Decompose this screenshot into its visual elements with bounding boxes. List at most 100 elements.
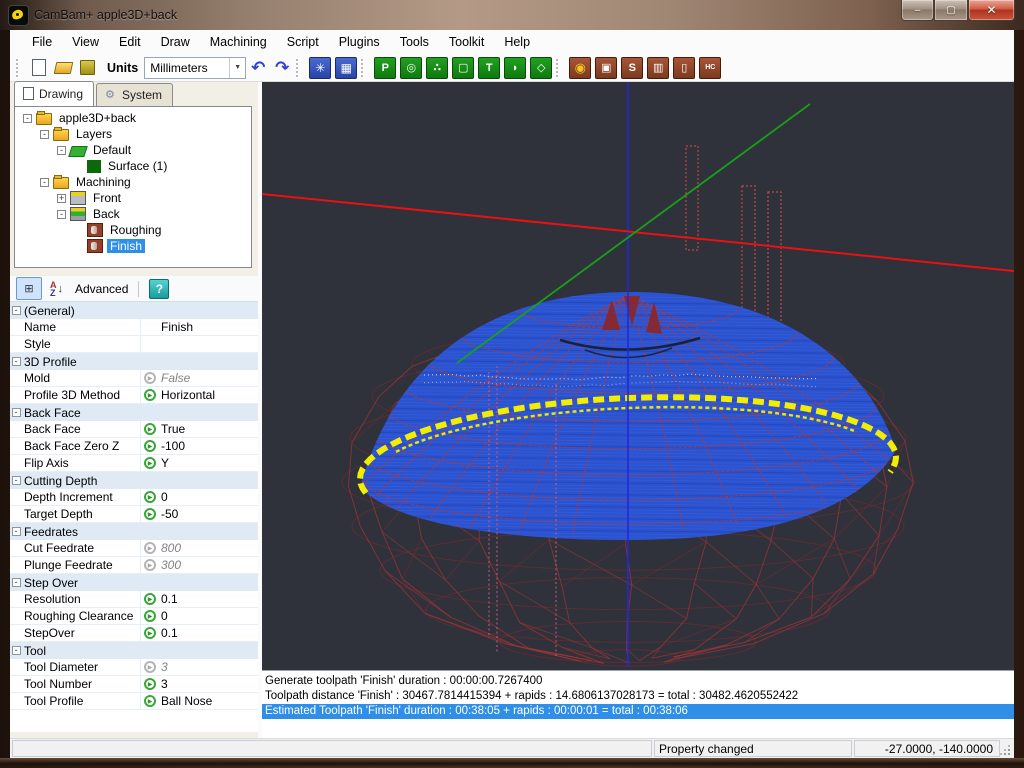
category-collapse-toggle[interactable]: - <box>12 527 21 536</box>
tree-expand-toggle[interactable]: - <box>40 130 49 139</box>
log-message[interactable]: Toolpath distance 'Finish' : 30467.78144… <box>262 689 1014 704</box>
title-bar[interactable]: CamBam+ apple3D+back – ▢ ✕ <box>0 0 1024 30</box>
sort-alphabetical-button[interactable]: AZ ↓ <box>50 281 63 297</box>
tree-node-label[interactable]: Finish <box>107 239 145 253</box>
tree-expand-toggle[interactable]: + <box>57 194 66 203</box>
property-value[interactable]: False <box>159 371 258 385</box>
resize-grip[interactable] <box>1000 740 1012 757</box>
category-collapse-toggle[interactable]: - <box>12 578 21 587</box>
property-value[interactable]: -50 <box>159 507 258 521</box>
tab-system[interactable]: ⚙ System <box>96 83 173 106</box>
property-value[interactable]: -100 <box>159 439 258 453</box>
category-collapse-toggle[interactable]: - <box>12 646 21 655</box>
tree-node-label[interactable]: Roughing <box>107 223 164 237</box>
property-value[interactable]: Finish <box>159 320 258 334</box>
redo-icon[interactable]: ↷ <box>272 58 292 78</box>
property-row[interactable]: - Back Face ▶ <box>10 404 258 421</box>
tree-item[interactable]: - Machining <box>15 174 251 190</box>
tree-item[interactable]: - Back <box>15 206 251 222</box>
property-row[interactable]: - Feedrates ▶ <box>10 523 258 540</box>
property-value[interactable]: 0 <box>159 609 258 623</box>
menu-item[interactable]: Plugins <box>329 32 390 52</box>
tree-expand-toggle[interactable]: - <box>57 210 66 219</box>
property-row[interactable]: - Name ▶ Finish <box>10 319 258 336</box>
property-row[interactable]: - Mold ▶ False <box>10 370 258 387</box>
property-value[interactable]: Y <box>159 456 258 470</box>
menu-item[interactable]: Help <box>494 32 540 52</box>
undo-icon[interactable]: ↶ <box>248 58 268 78</box>
property-row[interactable]: - Back Face Zero Z ▶ -100 <box>10 438 258 455</box>
category-collapse-toggle[interactable]: - <box>12 408 21 417</box>
property-value[interactable]: 0.1 <box>159 592 258 606</box>
property-value[interactable]: 3 <box>159 677 258 691</box>
tree-node-label[interactable]: Machining <box>73 175 134 189</box>
category-collapse-toggle[interactable]: - <box>12 306 21 315</box>
property-row[interactable]: - Back Face ▶ True <box>10 421 258 438</box>
menu-item[interactable]: File <box>22 32 62 52</box>
property-value[interactable]: Horizontal <box>159 388 258 402</box>
tab-drawing[interactable]: Drawing <box>14 81 94 106</box>
categorized-view-button[interactable]: ⊞ <box>16 277 42 300</box>
tree-item[interactable]: - apple3D+back <box>15 110 251 126</box>
grid-icon[interactable]: ▦ <box>335 57 357 79</box>
tree-item[interactable]: - Default <box>15 142 251 158</box>
property-row[interactable]: - Roughing Clearance ▶ 0 <box>10 608 258 625</box>
point-list-icon[interactable]: ∴ <box>426 57 448 79</box>
property-row[interactable]: - Tool Number ▶ 3 <box>10 676 258 693</box>
tree-item[interactable]: + Front <box>15 190 251 206</box>
units-select[interactable]: Millimeters ▼ <box>144 57 246 79</box>
text-icon[interactable]: T <box>478 57 500 79</box>
property-row[interactable]: - Cut Feedrate ▶ 800 <box>10 540 258 557</box>
log-message[interactable]: Generate toolpath 'Finish' duration : 00… <box>262 674 1014 689</box>
tree-node-label[interactable]: apple3D+back <box>56 111 139 125</box>
toolbar-grip[interactable] <box>361 59 368 77</box>
viewport-3d[interactable] <box>262 82 1014 670</box>
tree-item[interactable]: Surface (1) <box>15 158 251 174</box>
new-file-icon[interactable] <box>29 58 49 78</box>
property-row[interactable]: - 3D Profile ▶ <box>10 353 258 370</box>
menu-item[interactable]: Edit <box>109 32 151 52</box>
toolbar-grip[interactable] <box>296 59 303 77</box>
category-collapse-toggle[interactable]: - <box>12 357 21 366</box>
property-row[interactable]: - (General) ▶ <box>10 302 258 319</box>
property-row[interactable]: - Cutting Depth ▶ <box>10 472 258 489</box>
property-row[interactable]: - Tool Diameter ▶ 3 <box>10 659 258 676</box>
property-value[interactable]: 0 <box>159 490 258 504</box>
property-value[interactable]: 300 <box>159 558 258 572</box>
snap-points-icon[interactable]: ✳ <box>309 57 331 79</box>
save-file-icon[interactable] <box>77 58 97 78</box>
property-row[interactable]: - Plunge Feedrate ▶ 300 <box>10 557 258 574</box>
toolbar-grip[interactable] <box>556 59 563 77</box>
menu-item[interactable]: Toolkit <box>439 32 494 52</box>
property-row[interactable]: - Step Over ▶ <box>10 574 258 591</box>
log-panel[interactable]: Generate toolpath 'Finish' duration : 00… <box>262 670 1014 738</box>
menu-item[interactable]: Draw <box>151 32 200 52</box>
pocket-op-icon[interactable]: ▣ <box>595 57 617 79</box>
surface-icon[interactable]: ◇ <box>530 57 552 79</box>
property-value[interactable]: 800 <box>159 541 258 555</box>
property-row[interactable]: - Target Depth ▶ -50 <box>10 506 258 523</box>
open-file-icon[interactable] <box>53 58 73 78</box>
drawing-tree[interactable]: - apple3D+back - Layers - Default Surfac… <box>14 106 252 268</box>
close-button[interactable]: ✕ <box>968 0 1015 21</box>
property-value[interactable]: 0.1 <box>159 626 258 640</box>
chevron-down-icon[interactable]: ▼ <box>229 58 245 78</box>
menu-item[interactable]: View <box>62 32 109 52</box>
menu-item[interactable]: Script <box>277 32 329 52</box>
tree-item[interactable]: Roughing <box>15 222 251 238</box>
minimize-button[interactable]: – <box>901 0 934 21</box>
property-row[interactable]: - StepOver ▶ 0.1 <box>10 625 258 642</box>
property-row[interactable]: - Style ▶ <box>10 336 258 353</box>
log-message[interactable]: Estimated Toolpath 'Finish' duration : 0… <box>262 704 1014 719</box>
tree-expand-toggle[interactable]: - <box>40 178 49 187</box>
tree-item[interactable]: - Layers <box>15 126 251 142</box>
arc-icon[interactable]: ◗ <box>504 57 526 79</box>
property-value[interactable]: Ball Nose <box>159 694 258 708</box>
tree-node-label[interactable]: Default <box>90 143 134 157</box>
toolbar-grip[interactable] <box>16 59 23 77</box>
tree-node-label[interactable]: Layers <box>73 127 115 141</box>
property-value[interactable]: True <box>159 422 258 436</box>
tree-node-label[interactable]: Front <box>90 191 124 205</box>
polyline-icon[interactable]: P <box>374 57 396 79</box>
property-row[interactable]: - Tool Profile ▶ Ball Nose <box>10 693 258 710</box>
